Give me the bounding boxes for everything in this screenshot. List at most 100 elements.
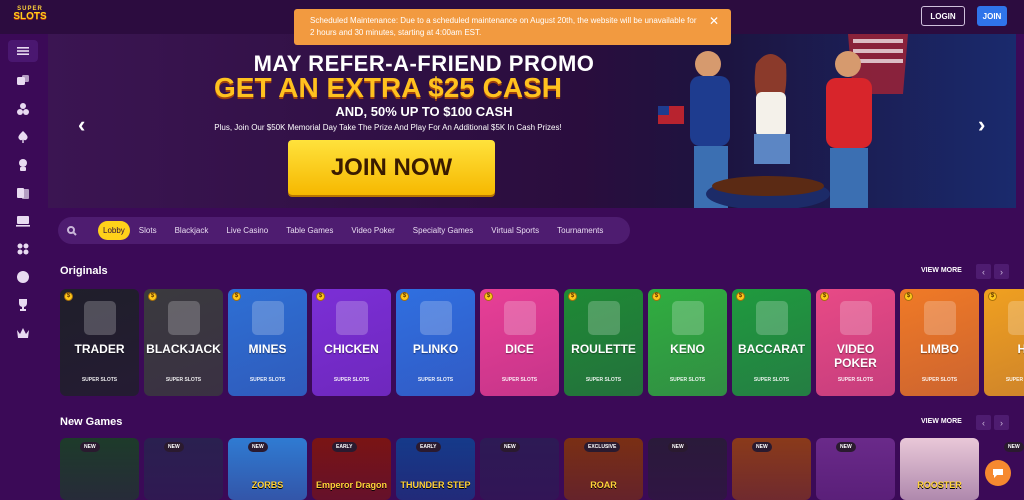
join-button[interactable]: JOIN — [977, 6, 1007, 26]
new-games-view-more-link[interactable]: VIEW MORE — [921, 418, 962, 425]
login-button[interactable]: LOGIN — [921, 6, 965, 26]
new-game-card[interactable]: NEW — [144, 438, 223, 500]
trophy-icon[interactable] — [8, 292, 38, 318]
banner-illustration — [658, 34, 908, 208]
game-brand: SUPER SLOTS — [753, 377, 790, 383]
game-badge: NEW — [80, 442, 100, 452]
game-card[interactable]: $ HI SUPER SLOTS — [984, 289, 1024, 396]
game-brand: SUPER SLOTS — [921, 377, 958, 383]
coin-icon: $ — [652, 292, 661, 301]
dice-icon[interactable] — [8, 68, 38, 94]
coin-icon: $ — [568, 292, 577, 301]
new-game-card[interactable]: ROOSTER — [900, 438, 979, 500]
coin-icon: $ — [316, 292, 325, 301]
coin-icon: $ — [736, 292, 745, 301]
game-brand: SUPER SLOTS — [333, 377, 370, 383]
game-badge: NEW — [1004, 442, 1024, 452]
new-game-card[interactable]: NEW — [648, 438, 727, 500]
coin-icon: $ — [904, 292, 913, 301]
new-games-nav: ‹ › — [976, 415, 1009, 430]
game-card[interactable]: $ MINES SUPER SLOTS — [228, 289, 307, 396]
dealer-icon[interactable] — [8, 152, 38, 178]
category-filter-bar: Lobby Slots Blackjack Live Casino Table Game… — [58, 217, 630, 244]
game-card[interactable]: $ KENO SUPER SLOTS — [648, 289, 727, 396]
game-art — [504, 301, 536, 335]
new-game-card[interactable]: NEW — [732, 438, 811, 500]
game-brand: SUPER SLOTS — [669, 377, 706, 383]
tab-table-games[interactable]: Table Games — [277, 221, 342, 240]
game-brand: SUPER SLOTS — [417, 377, 454, 383]
monitor-icon[interactable] — [8, 208, 38, 234]
new-game-card[interactable]: EARLY THUNDER STEP — [396, 438, 475, 500]
game-art — [840, 301, 872, 335]
tab-video-poker[interactable]: Video Poker — [342, 221, 403, 240]
new-game-card[interactable]: NEW ZORBS — [228, 438, 307, 500]
banner-offer: GET AN EXTRA $25 CASH — [214, 72, 562, 103]
game-card[interactable]: $ BLACKJACK SUPER SLOTS — [144, 289, 223, 396]
cards-icon[interactable] — [8, 180, 38, 206]
game-badge: NEW — [500, 442, 520, 452]
originals-prev-button[interactable]: ‹ — [976, 264, 991, 279]
basketball-icon[interactable] — [8, 264, 38, 290]
originals-carousel: $ TRADER SUPER SLOTS $ BLACKJACK SUPER SLOTS $… — [60, 289, 1024, 396]
new-game-card[interactable]: EXCLUSIVE ROAR — [564, 438, 643, 500]
game-name: ROULETTE — [571, 342, 636, 356]
game-name: BLACKJACK — [146, 342, 221, 356]
game-card[interactable]: $ TRADER SUPER SLOTS — [60, 289, 139, 396]
notice-text: Scheduled Maintenance: Due to a schedule… — [310, 16, 697, 37]
game-badge: NEW — [752, 442, 772, 452]
game-art — [336, 301, 368, 335]
game-card[interactable]: $ PLINKO SUPER SLOTS — [396, 289, 475, 396]
game-art — [672, 301, 704, 335]
new-game-title: ROOSTER — [917, 480, 962, 490]
originals-next-button[interactable]: › — [994, 264, 1009, 279]
close-icon[interactable]: ✕ — [709, 15, 719, 27]
tab-lobby[interactable]: Lobby — [98, 221, 130, 240]
game-card[interactable]: $ BACCARAT SUPER SLOTS — [732, 289, 811, 396]
game-name: DICE — [505, 342, 534, 356]
game-badge: NEW — [836, 442, 856, 452]
new-game-card[interactable]: EARLY Emperor Dragon — [312, 438, 391, 500]
game-card[interactable]: $ DICE SUPER SLOTS — [480, 289, 559, 396]
game-brand: SUPER SLOTS — [501, 377, 538, 383]
game-card[interactable]: $ VIDEO POKER SUPER SLOTS — [816, 289, 895, 396]
coin-icon: $ — [232, 292, 241, 301]
promo-banner[interactable]: ‹ › MAY REFER-A-FRIEND PROMO GET AN EXTR… — [48, 34, 1016, 208]
chat-bubble-icon[interactable] — [985, 460, 1011, 486]
new-game-title: THUNDER STEP — [400, 480, 471, 490]
originals-view-more-link[interactable]: VIEW MORE — [921, 267, 962, 274]
new-games-prev-button[interactable]: ‹ — [976, 415, 991, 430]
game-card[interactable]: $ ROULETTE SUPER SLOTS — [564, 289, 643, 396]
banner-next-button[interactable]: › — [978, 112, 985, 138]
tab-slots[interactable]: Slots — [130, 221, 166, 240]
tab-tournaments[interactable]: Tournaments — [548, 221, 612, 240]
search-icon[interactable] — [58, 217, 86, 244]
new-game-card[interactable]: NEW — [60, 438, 139, 500]
sidebar — [8, 40, 38, 340]
game-badge: EXCLUSIVE — [584, 442, 621, 452]
new-game-card[interactable]: NEW — [480, 438, 559, 500]
game-brand: SUPER SLOTS — [81, 377, 118, 383]
new-games-next-button[interactable]: › — [994, 415, 1009, 430]
crown-icon[interactable] — [8, 320, 38, 346]
grid-icon[interactable] — [8, 236, 38, 262]
spade-icon[interactable] — [8, 124, 38, 150]
game-name: VIDEO POKER — [834, 342, 877, 370]
tab-blackjack[interactable]: Blackjack — [166, 221, 218, 240]
category-tabs: Lobby Slots Blackjack Live Casino Table Game… — [98, 221, 612, 240]
tab-virtual-sports[interactable]: Virtual Sports — [482, 221, 548, 240]
new-games-title: New Games — [60, 416, 123, 428]
new-game-card[interactable]: NEW — [816, 438, 895, 500]
banner-prev-button[interactable]: ‹ — [78, 112, 85, 138]
game-card[interactable]: $ CHICKEN SUPER SLOTS — [312, 289, 391, 396]
poker-chips-icon[interactable] — [8, 96, 38, 122]
tab-specialty-games[interactable]: Specialty Games — [404, 221, 482, 240]
tab-live-casino[interactable]: Live Casino — [217, 221, 277, 240]
menu-icon[interactable] — [8, 40, 38, 62]
game-brand: SUPER SLOTS — [1005, 377, 1024, 383]
game-card[interactable]: $ LIMBO SUPER SLOTS — [900, 289, 979, 396]
join-now-button[interactable]: JOIN NOW — [288, 140, 495, 195]
game-badge: NEW — [668, 442, 688, 452]
originals-nav: ‹ › — [976, 264, 1009, 279]
site-logo[interactable]: SUPER SLOTS — [12, 6, 48, 28]
